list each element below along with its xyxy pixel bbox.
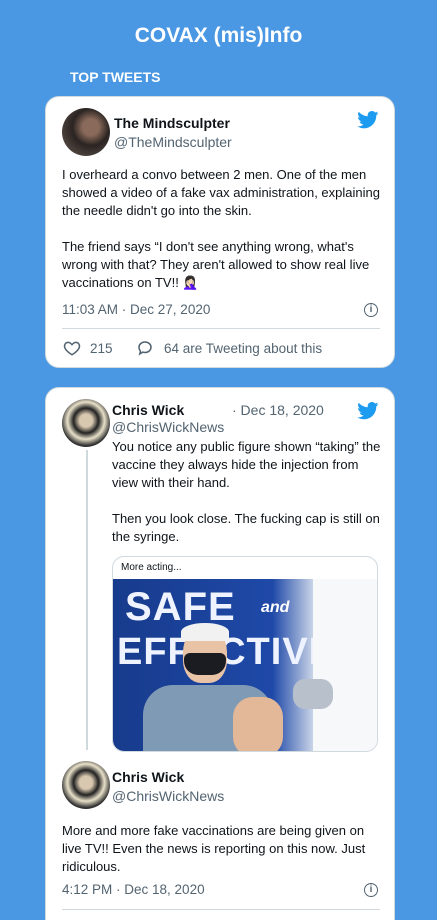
tweet-card-chriswick-thread[interactable]: Chris Wick · Dec 18, 2020 @ChrisWickNews…	[45, 387, 395, 920]
media-text-and: and	[261, 599, 290, 616]
media-caption: More acting...	[121, 562, 182, 573]
like-count[interactable]: 215	[90, 341, 113, 356]
media-image[interactable]: SAFE and EFFECTIVE	[113, 579, 377, 751]
app-title: COVAX (mis)Info	[134, 24, 303, 47]
info-icon[interactable]: i	[364, 303, 378, 317]
author-handle[interactable]: @TheMindsculpter	[114, 134, 232, 150]
tweet-text: You notice any public figure shown “taki…	[112, 439, 381, 544]
section-label: TOP TWEETS	[70, 69, 161, 85]
author-name[interactable]: Chris Wick	[112, 769, 184, 785]
heart-icon[interactable]	[63, 339, 81, 357]
tweet-media[interactable]: More acting... SAFE and EFFECTIVE	[112, 556, 378, 752]
author-name[interactable]: The Mindsculpter	[114, 115, 230, 131]
author-handle[interactable]: @ChrisWickNews	[112, 788, 224, 804]
tweet-card-mindsculpter[interactable]: The Mindsculpter @TheMindsculpter I over…	[45, 96, 395, 368]
thread-line	[86, 450, 88, 750]
author-name[interactable]: Chris Wick	[112, 402, 184, 418]
tweet-timestamp[interactable]: 11:03 AM · Dec 27, 2020	[62, 302, 210, 317]
twitter-bird-icon[interactable]	[357, 402, 379, 420]
tweet-timestamp[interactable]: 4:12 PM · Dec 18, 2020	[62, 882, 205, 897]
divider	[62, 909, 380, 910]
avatar[interactable]	[62, 108, 110, 156]
info-icon[interactable]: i	[364, 883, 378, 897]
glove-figure	[293, 679, 333, 709]
tweet-text: I overheard a convo between 2 men. One o…	[62, 167, 380, 290]
person-figure	[143, 623, 283, 751]
retweet-info[interactable]: 64 are Tweeting about this	[164, 341, 322, 356]
avatar[interactable]	[62, 761, 110, 809]
twitter-bird-icon[interactable]	[357, 111, 379, 129]
author-handle[interactable]: @ChrisWickNews	[112, 419, 224, 435]
media-text-safe: SAFE	[125, 585, 236, 629]
tweet-date[interactable]: · Dec 18, 2020	[232, 402, 324, 418]
medic-figure	[313, 579, 377, 751]
tweet-text: More and more fake vaccinations are bein…	[62, 823, 369, 874]
reply-icon[interactable]	[136, 339, 154, 357]
avatar[interactable]	[62, 399, 110, 447]
divider	[62, 328, 380, 329]
